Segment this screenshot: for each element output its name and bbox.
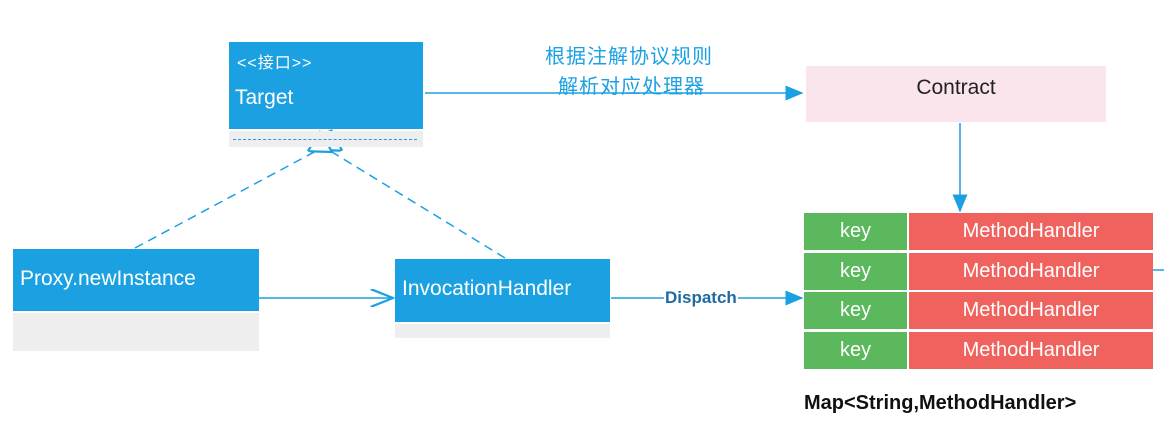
map-value-cell: MethodHandler: [909, 253, 1153, 290]
invocation-handler-box: InvocationHandler: [395, 259, 610, 322]
contract-name: Contract: [916, 76, 996, 99]
contract-box: Contract: [806, 66, 1106, 122]
target-stereotype: <<接口>>: [237, 55, 313, 72]
map-row: key MethodHandler: [804, 332, 1153, 369]
invocation-realizes-target: [332, 152, 506, 259]
map-row: key MethodHandler: [804, 253, 1153, 290]
map-row: key MethodHandler: [804, 292, 1153, 329]
map-key-cell: key: [804, 253, 907, 290]
target-name: Target: [235, 86, 294, 109]
edge-label-line1: 根据注解协议规则: [545, 46, 713, 68]
proxy-box: Proxy.newInstance: [13, 249, 259, 311]
map-key-cell: key: [804, 332, 907, 369]
map-key-cell: key: [804, 213, 907, 250]
map-key-cell: key: [804, 292, 907, 329]
map-value-cell: MethodHandler: [909, 332, 1153, 369]
map-value-cell: MethodHandler: [909, 292, 1153, 329]
target-interface-box: <<接口>> Target: [229, 42, 423, 129]
proxy-attributes-section: [13, 313, 259, 351]
target-divider: [233, 139, 417, 140]
map-value-cell: MethodHandler: [909, 213, 1153, 250]
invocation-handler-name: InvocationHandler: [402, 277, 572, 300]
edge-label-line2: 解析对应处理器: [558, 76, 705, 98]
dispatch-label: Dispatch: [664, 288, 738, 308]
proxy-name: Proxy.newInstance: [20, 267, 196, 290]
map-row: key MethodHandler: [804, 213, 1153, 250]
map-caption: Map<String,MethodHandler>: [804, 392, 1077, 414]
proxy-realizes-target: [134, 150, 318, 249]
invocation-attributes-section: [395, 324, 610, 338]
